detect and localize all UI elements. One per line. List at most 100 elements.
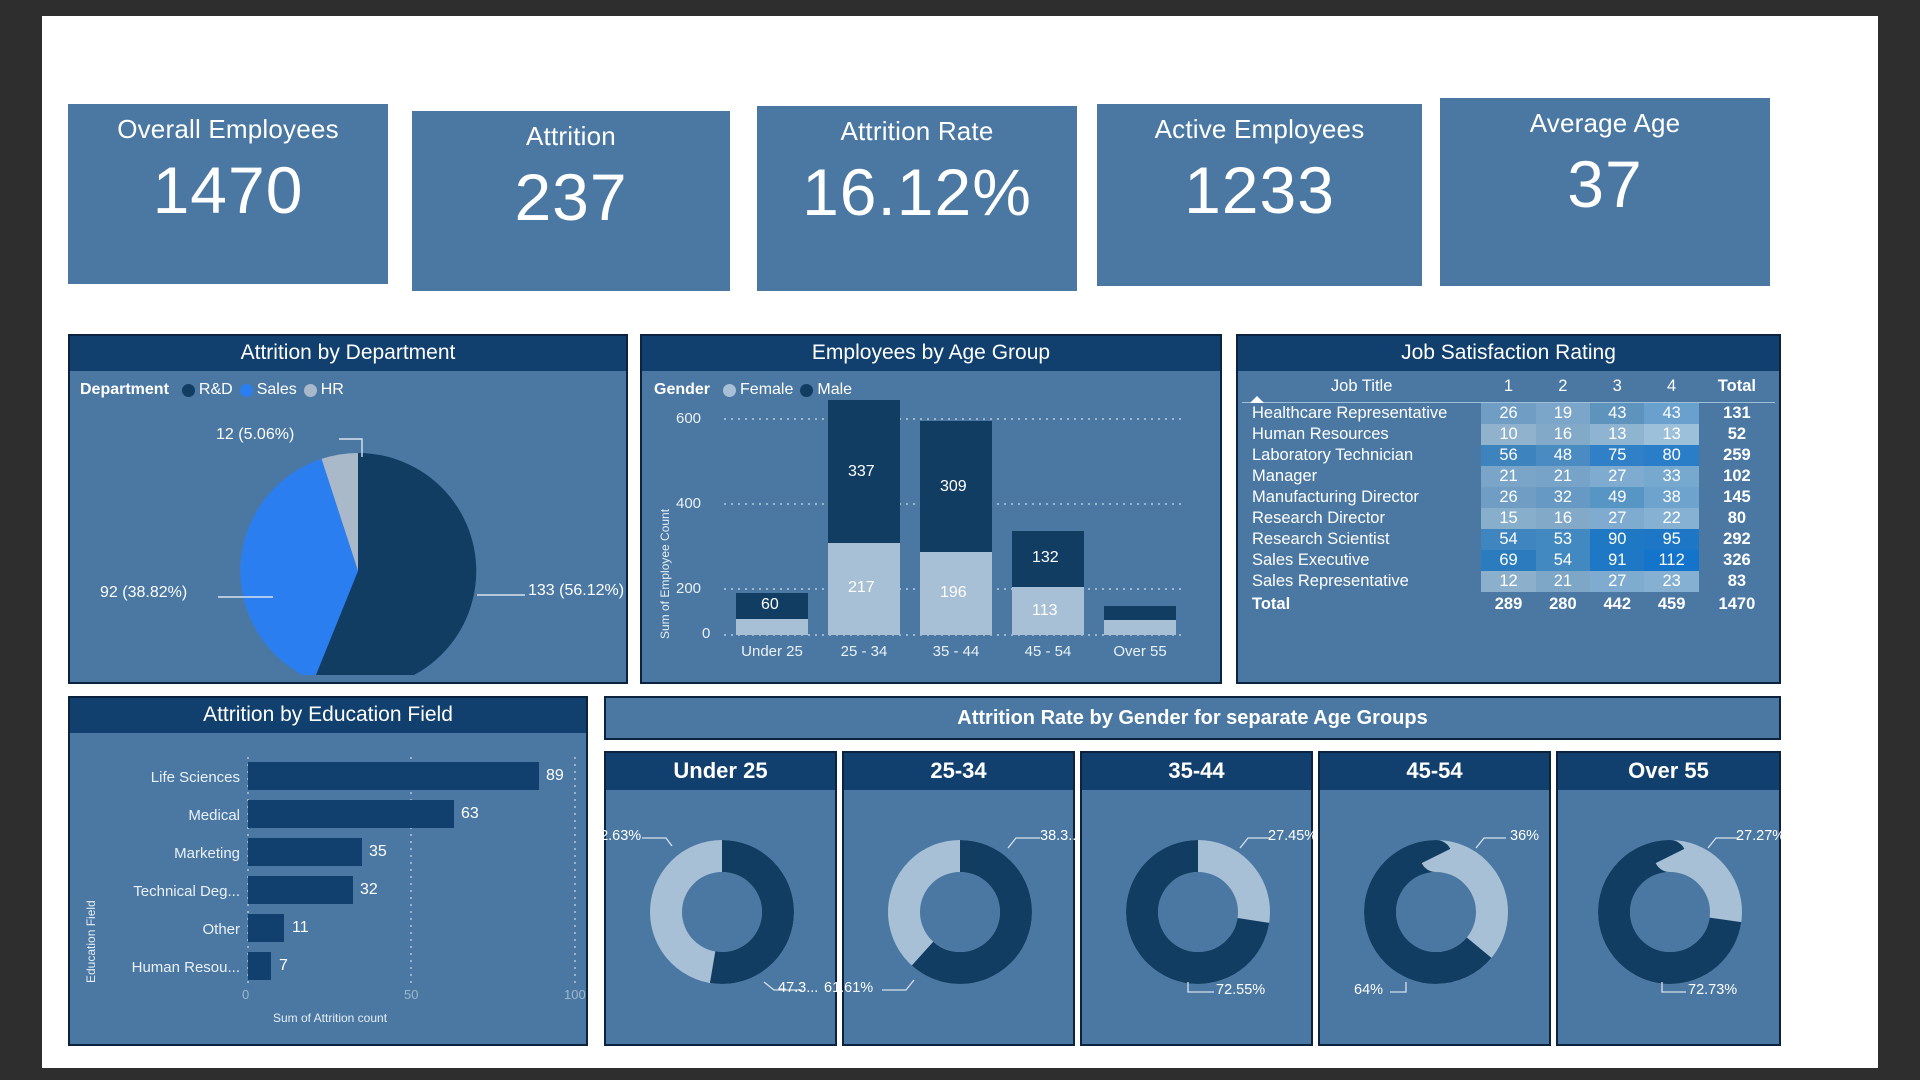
donut-label-female: 27.27% <box>1736 828 1786 844</box>
kpi-card-attrition-rate[interactable]: Attrition Rate 16.12% <box>757 106 1077 291</box>
donut-card-over-55[interactable]: Over 55 27.27% 72.73% <box>1556 751 1785 1046</box>
table-row[interactable]: Manager 21 21 27 33 102 <box>1242 466 1775 487</box>
donut-chart-over-55[interactable]: 27.27% 72.73% <box>1558 790 1785 1044</box>
donut-label-female: 27.45% <box>1268 828 1318 844</box>
panel-employees-by-age-group[interactable]: Employees by Age Group Gender Female Mal… <box>640 334 1222 684</box>
table-row[interactable]: Laboratory Technician 56 48 75 80 259 <box>1242 445 1775 466</box>
cell-rating-1: 69 <box>1481 550 1536 571</box>
cell-rating-2: 54 <box>1535 550 1591 571</box>
bar-female-under-25[interactable] <box>736 619 808 635</box>
x-tick-25-34: 25 - 34 <box>840 643 888 660</box>
panel-job-satisfaction-rating[interactable]: Job Satisfaction Rating Job Title 1 2 3 … <box>1236 334 1781 684</box>
col-header-4[interactable]: 4 <box>1644 373 1699 403</box>
table-row[interactable]: Research Director 15 16 27 22 80 <box>1242 508 1775 529</box>
cell-total: 259 <box>1723 446 1751 464</box>
cell-rating-4: 13 <box>1644 424 1699 445</box>
donut-chart-35-44[interactable]: 27.45% 72.55% <box>1082 790 1317 1044</box>
bar-label-female-25-34: 217 <box>848 579 875 596</box>
bar-human-resources[interactable] <box>248 952 271 980</box>
table-row[interactable]: Healthcare Representative 26 19 43 43 13… <box>1242 402 1775 424</box>
bar-male-over-55[interactable] <box>1104 606 1176 620</box>
cell-rating-2: 16 <box>1535 424 1591 445</box>
panel-title: Attrition by Department <box>70 336 626 371</box>
cell-rating-4: 22 <box>1644 508 1699 529</box>
bar-other[interactable] <box>248 914 284 942</box>
cell-rating-1: 15 <box>1481 508 1536 529</box>
donut-card-35-44[interactable]: 35-44 27.45% 72.55% <box>1080 751 1317 1046</box>
cell-rating-3: 27 <box>1590 508 1645 529</box>
panel-title: Attrition by Education Field <box>70 698 586 733</box>
donut-leader-bottom <box>1390 982 1407 993</box>
cell-rating-2: 21 <box>1535 466 1591 487</box>
panel-title: Job Satisfaction Rating <box>1238 336 1779 371</box>
bar-group-25-34[interactable] <box>828 400 900 635</box>
pie-label-sales: 92 (38.82%) <box>100 584 188 601</box>
col-header-2[interactable]: 2 <box>1535 373 1591 403</box>
cat-label-life-sciences: Life Sciences <box>150 769 240 786</box>
donut-label-male: 72.55% <box>1216 982 1266 998</box>
donut-chart-45-54[interactable]: 36% 64% <box>1320 790 1549 1044</box>
table-row[interactable]: Manufacturing Director 26 32 49 38 145 <box>1242 487 1775 508</box>
cell-total: 83 <box>1727 572 1747 590</box>
kpi-value: 37 <box>1567 147 1643 221</box>
kpi-card-active-employees[interactable]: Active Employees 1233 <box>1097 104 1422 286</box>
cell-rating-4: 33 <box>1644 466 1699 487</box>
bar-marketing[interactable] <box>248 838 362 866</box>
col-header-1[interactable]: 1 <box>1481 373 1536 403</box>
bar-life-sciences[interactable] <box>248 762 539 790</box>
cell-grand-total: 1470 <box>1718 595 1756 613</box>
bar-value-human-resources: 7 <box>279 957 288 974</box>
kpi-card-overall-employees[interactable]: Overall Employees 1470 <box>68 104 388 284</box>
x-tick-0: 0 <box>242 987 250 1002</box>
cell-job-title: Sales Representative <box>1252 572 1409 590</box>
kpi-value: 237 <box>514 160 628 234</box>
cell-rating-4: 95 <box>1644 529 1699 550</box>
donut-card-45-54[interactable]: 45-54 36% 64% <box>1318 751 1551 1046</box>
cell-rating-2: 21 <box>1535 571 1591 592</box>
cell-rating-2: 48 <box>1535 445 1591 466</box>
department-pie-chart[interactable] <box>70 375 630 675</box>
donut-card-under-25[interactable]: Under 25 52.63% 47.3... <box>592 751 837 1046</box>
table-row[interactable]: Sales Executive 69 54 91 112 326 <box>1242 550 1775 571</box>
job-satisfaction-table[interactable]: Job Title 1 2 3 4 Total Healthcare Repre… <box>1242 373 1775 615</box>
donut-label-female: 38.3... <box>1040 828 1081 844</box>
donut-label-male: 72.73% <box>1688 982 1738 998</box>
table-row[interactable]: Human Resources 10 16 13 13 52 <box>1242 424 1775 445</box>
bar-female-over-55[interactable] <box>1104 620 1176 635</box>
kpi-title: Attrition <box>526 121 616 151</box>
donut-chart-under-25[interactable]: 52.63% 47.3... <box>592 790 835 1044</box>
col-header-total[interactable]: Total <box>1698 373 1775 403</box>
col-header-3[interactable]: 3 <box>1590 373 1645 403</box>
donut-card-25-34[interactable]: 25-34 38.3... 61.61% <box>824 751 1080 1046</box>
cell-total: 145 <box>1723 488 1751 506</box>
kpi-card-attrition[interactable]: Attrition 237 <box>412 111 730 291</box>
cell-rating-4: 112 <box>1644 550 1699 571</box>
cell-job-title: Manager <box>1252 467 1318 485</box>
kpi-card-average-age[interactable]: Average Age 37 <box>1440 98 1770 286</box>
x-tick-35-44: 35 - 44 <box>932 643 980 660</box>
age-group-stacked-bar-chart[interactable] <box>642 371 1224 683</box>
donut-label-male: 61.61% <box>824 980 874 996</box>
bar-group-35-44[interactable] <box>920 421 992 635</box>
cell-total-1: 289 <box>1494 595 1523 613</box>
panel-attrition-by-department[interactable]: Attrition by Department Department R&D S… <box>68 334 628 684</box>
donut-chart-25-34[interactable]: 38.3... 61.61% <box>824 790 1080 1044</box>
x-tick-over-55: Over 55 <box>1113 643 1167 660</box>
bar-medical[interactable] <box>248 800 454 828</box>
donut-leader-top <box>1707 837 1738 849</box>
cell-rating-3: 91 <box>1590 550 1645 571</box>
cell-rating-4: 80 <box>1644 445 1699 466</box>
cell-total: 292 <box>1723 530 1751 548</box>
bar-value-life-sciences: 89 <box>546 767 564 784</box>
table-row[interactable]: Research Scientist 54 53 90 95 292 <box>1242 529 1775 550</box>
kpi-title: Average Age <box>1529 108 1681 138</box>
table-row[interactable]: Sales Representative 12 21 27 23 83 <box>1242 571 1775 592</box>
col-header-job-title[interactable]: Job Title <box>1242 373 1482 403</box>
dashboard-canvas: Overall Employees 1470 Attrition 237 Att… <box>42 16 1878 1068</box>
panel-attrition-by-education-field[interactable]: Attrition by Education Field Education F… <box>68 696 588 1046</box>
bar-group-over-55[interactable] <box>1104 606 1176 635</box>
bar-technical-degree[interactable] <box>248 876 353 904</box>
cell-rating-1: 26 <box>1481 402 1536 424</box>
sort-ascending-icon[interactable] <box>1250 396 1264 403</box>
cell-total-label: Total <box>1252 595 1291 613</box>
